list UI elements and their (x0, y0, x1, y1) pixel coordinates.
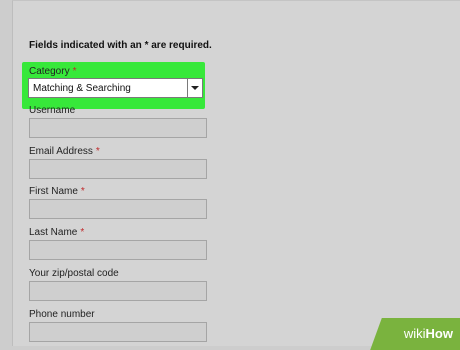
required-asterisk: * (72, 66, 77, 77)
first-name-label: First Name * (29, 186, 85, 197)
required-asterisk: * (80, 227, 85, 238)
username-input[interactable] (29, 118, 207, 138)
category-select-value: Matching & Searching (33, 83, 131, 94)
category-label: Category * (29, 66, 77, 77)
first-name-input[interactable] (29, 199, 207, 219)
username-label: Username (29, 105, 76, 116)
zip-label: Your zip/postal code (29, 268, 119, 279)
phone-input[interactable] (29, 322, 207, 342)
chevron-down-icon[interactable] (187, 79, 202, 97)
required-asterisk: * (80, 186, 85, 197)
email-input[interactable] (29, 159, 207, 179)
email-label: Email Address * (29, 146, 100, 157)
last-name-input[interactable] (29, 240, 207, 260)
category-select[interactable]: Matching & Searching (28, 78, 203, 98)
required-asterisk: * (95, 146, 100, 157)
required-note: Fields indicated with an * are required. (29, 40, 212, 51)
watermark-logo: wikiHow (403, 326, 453, 341)
last-name-label: Last Name * (29, 227, 85, 238)
phone-label: Phone number (29, 309, 95, 320)
zip-input[interactable] (29, 281, 207, 301)
